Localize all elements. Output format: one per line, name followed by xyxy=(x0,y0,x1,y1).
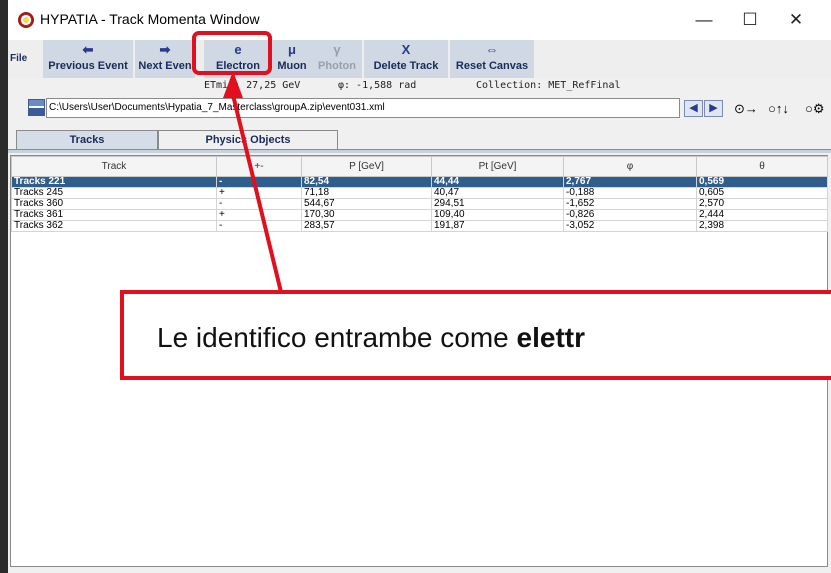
maximize-button[interactable]: ☐ xyxy=(727,4,773,36)
track-cell: Tracks 245 xyxy=(11,187,217,199)
charge-cell: - xyxy=(216,176,302,188)
phi-cell: -0,826 xyxy=(563,209,697,221)
p-cell: 544,67 xyxy=(301,198,432,210)
muon-icon: μ xyxy=(288,42,296,57)
next-event-button[interactable]: ➡ Next Even xyxy=(135,40,195,78)
etmiss-readout: ETmis: 27,25 GeV xyxy=(204,80,301,91)
charge-cell: - xyxy=(216,220,302,232)
next-file-button[interactable]: ▶ xyxy=(704,100,723,117)
table-row[interactable]: Tracks 245 + 71,18 40,47 -0,188 0,605 xyxy=(11,187,828,199)
track-cell: Tracks 360 xyxy=(11,198,217,210)
phi-cell: -3,052 xyxy=(563,220,697,232)
column-header-phi[interactable]: φ xyxy=(563,156,697,177)
column-header-track[interactable]: Track xyxy=(11,156,217,177)
arrow-left-icon: ⬅ xyxy=(82,42,94,57)
title-bar: HYPATIA - Track Momenta Window — ☐ ✕ xyxy=(8,0,831,40)
track-cell: Tracks 221 xyxy=(11,176,217,188)
minimize-button[interactable]: — xyxy=(681,4,727,36)
next-event-label: Next Even xyxy=(138,60,192,72)
photon-label: Photon xyxy=(318,60,356,72)
track-tool-icon[interactable]: ⊙→ xyxy=(734,101,758,117)
file-path-field[interactable]: C:\Users\User\Documents\Hypatia_7_Master… xyxy=(46,98,680,118)
muon-button[interactable]: μ Muon xyxy=(272,40,312,78)
phi-cell: -1,652 xyxy=(563,198,697,210)
delete-x-icon: X xyxy=(401,42,411,57)
phi-readout: φ: -1,588 rad xyxy=(338,80,417,91)
theta-cell: 2,570 xyxy=(696,198,828,210)
window-title: HYPATIA - Track Momenta Window xyxy=(40,11,260,27)
prev-file-button[interactable]: ◀ xyxy=(684,100,703,117)
pt-cell: 40,47 xyxy=(431,187,564,199)
callout-text-regular: Le identifico entrambe come xyxy=(157,322,517,353)
arrow-right-icon: ➡ xyxy=(159,42,171,57)
pt-cell: 191,87 xyxy=(431,220,564,232)
muon-label: Muon xyxy=(277,60,307,72)
charge-cell: + xyxy=(216,187,302,199)
photon-button[interactable]: γ Photon xyxy=(312,40,362,78)
hypatia-app-icon xyxy=(18,12,34,28)
pt-cell: 294,51 xyxy=(431,198,564,210)
delete-track-label: Delete Track xyxy=(373,60,439,72)
p-cell: 82,54 xyxy=(301,176,432,188)
file-menu[interactable]: File xyxy=(10,53,27,64)
background-strip xyxy=(0,0,8,573)
annotation-callout: Le identifico entrambe come elettr xyxy=(120,290,831,380)
pt-cell: 109,40 xyxy=(431,209,564,221)
theta-cell: 0,569 xyxy=(696,176,828,188)
tab-tracks[interactable]: Tracks xyxy=(16,130,158,150)
callout-text: Le identifico entrambe come elettr xyxy=(157,322,585,354)
charge-cell: - xyxy=(216,198,302,210)
settings-tool-icon[interactable]: ○⚙ xyxy=(805,101,825,117)
table-header-row: Track +- P [GeV] Pt [GeV] φ θ xyxy=(11,156,828,177)
theta-cell: 2,398 xyxy=(696,220,828,232)
theta-cell: 2,444 xyxy=(696,209,828,221)
toolbar: File ⬅ Previous Event ➡ Next Even e Elec… xyxy=(8,40,831,78)
column-header-p[interactable]: P [GeV] xyxy=(301,156,432,177)
tab-underline xyxy=(8,149,831,153)
p-cell: 283,57 xyxy=(301,220,432,232)
reset-canvas-label: Reset Canvas xyxy=(455,60,529,72)
swap-tool-icon[interactable]: ○↑↓ xyxy=(768,101,789,116)
tab-bar: Tracks Physics Objects xyxy=(8,130,831,150)
tracks-table: Track +- P [GeV] Pt [GeV] φ θ Tracks 221… xyxy=(11,156,828,232)
track-cell: Tracks 361 xyxy=(11,209,217,221)
save-icon[interactable] xyxy=(28,99,45,116)
p-cell: 170,30 xyxy=(301,209,432,221)
delete-track-button[interactable]: X Delete Track xyxy=(364,40,448,78)
p-cell: 71,18 xyxy=(301,187,432,199)
photon-icon: γ xyxy=(333,42,341,57)
column-header-charge[interactable]: +- xyxy=(216,156,302,177)
phi-cell: 2,767 xyxy=(563,176,697,188)
previous-event-label: Previous Event xyxy=(48,60,128,72)
file-path-row: C:\Users\User\Documents\Hypatia_7_Master… xyxy=(8,96,831,122)
table-row[interactable]: Tracks 221 - 82,54 44,44 2,767 0,569 xyxy=(11,176,828,188)
reset-canvas-button[interactable]: ⇔ Reset Canvas xyxy=(450,40,534,78)
callout-text-bold: elettr xyxy=(516,322,585,353)
previous-event-button[interactable]: ⬅ Previous Event xyxy=(43,40,133,78)
phi-cell: -0,188 xyxy=(563,187,697,199)
track-cell: Tracks 362 xyxy=(11,220,217,232)
tab-physics-objects[interactable]: Physics Objects xyxy=(158,130,338,150)
table-row[interactable]: Tracks 362 - 283,57 191,87 -3,052 2,398 xyxy=(11,220,828,232)
table-row[interactable]: Tracks 361 + 170,30 109,40 -0,826 2,444 xyxy=(11,209,828,221)
close-button[interactable]: ✕ xyxy=(773,4,819,36)
app-window: HYPATIA - Track Momenta Window — ☐ ✕ Fil… xyxy=(8,0,831,573)
table-row[interactable]: Tracks 360 - 544,67 294,51 -1,652 2,570 xyxy=(11,198,828,210)
theta-cell: 0,605 xyxy=(696,187,828,199)
charge-cell: + xyxy=(216,209,302,221)
pt-cell: 44,44 xyxy=(431,176,564,188)
column-header-theta[interactable]: θ xyxy=(696,156,828,177)
column-header-pt[interactable]: Pt [GeV] xyxy=(431,156,564,177)
collection-readout: Collection: MET_RefFinal xyxy=(476,80,621,91)
resize-arrows-icon: ⇔ xyxy=(485,42,499,57)
electron-highlight-box xyxy=(192,31,272,75)
